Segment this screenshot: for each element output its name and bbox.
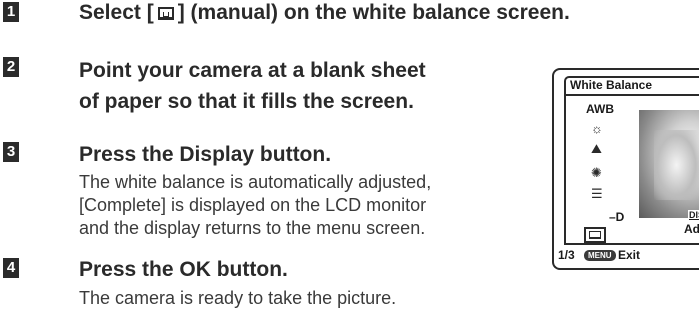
shade-icon: ⛰: [591, 141, 602, 156]
step-1-title-before: Select [: [79, 1, 154, 24]
tungsten-icon: ✺: [591, 165, 602, 180]
step-3-body-line-2: [Complete] is displayed on the LCD monit…: [79, 195, 427, 215]
step-1-title: Select [ ] (manual) on the white balance …: [79, 0, 570, 28]
step-1-title-after: ] (manual) on the white balance screen.: [177, 1, 570, 24]
lcd-fluorescent-suffix: –D: [609, 210, 625, 224]
step-number-badge: 1: [3, 2, 19, 22]
daylight-icon: ☼: [591, 121, 603, 136]
lcd-adjust-label: Adj: [684, 222, 699, 236]
manual-white-balance-icon: [157, 7, 174, 20]
lcd-disp-label: DISP: [688, 210, 699, 220]
step-3-body-line-1: The white balance is automatically adjus…: [79, 172, 432, 192]
manual-icon: [584, 227, 606, 243]
fluorescent-icon: ☰: [591, 186, 603, 201]
lcd-preview-image: [639, 110, 699, 218]
step-2-title-line-2: of paper so that it fills the screen.: [79, 90, 414, 113]
camera-lcd-screen: White Balance AWB ☼ ⛰ ✺ ☰ –D DISP Adj 1/…: [552, 68, 699, 270]
step-number-badge: 4: [3, 258, 19, 278]
lcd-option-awb: AWB: [586, 102, 614, 116]
step-number-badge: 2: [3, 57, 19, 77]
step-4-body-line-1: The camera is ready to take the picture.: [79, 288, 397, 308]
step-number-badge: 3: [3, 142, 19, 162]
step-3-title: Press the Display button.: [79, 143, 332, 166]
lcd-menu-title: White Balance: [570, 78, 653, 92]
step-3-body-line-3: and the display returns to the menu scre…: [79, 218, 426, 238]
lcd-exit-label: Exit: [618, 248, 641, 262]
lcd-page-indicator: 1/3: [558, 248, 575, 262]
step-4-title: Press the OK button.: [79, 258, 288, 281]
step-2-title-line-1: Point your camera at a blank sheet: [79, 59, 426, 82]
menu-button-icon: MENU: [584, 250, 616, 261]
